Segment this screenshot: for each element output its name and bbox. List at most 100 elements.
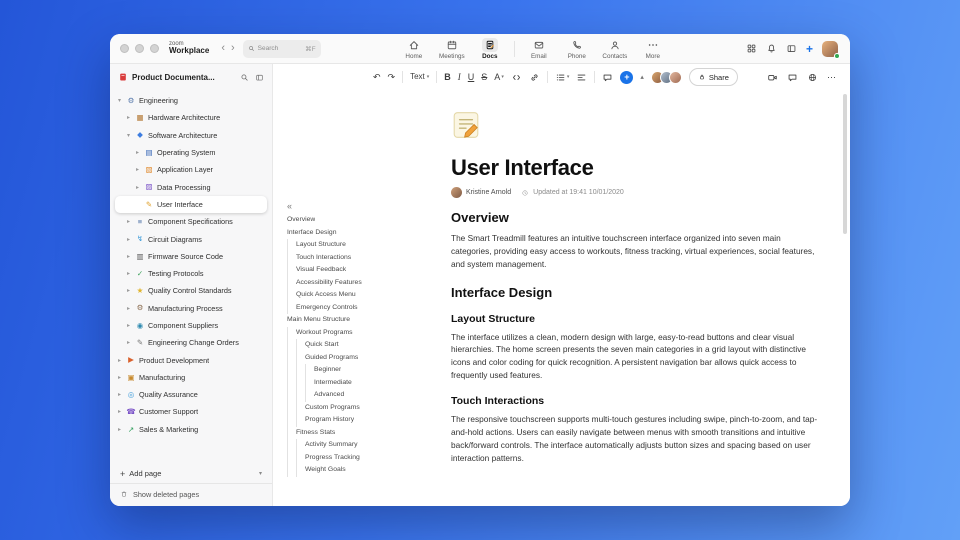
chevron-right-icon[interactable]: ▸ bbox=[125, 322, 132, 329]
sidebar-item-firmware-source-code[interactable]: ▸ ▥ Firmware Source Code bbox=[110, 248, 272, 265]
minimize-window-button[interactable] bbox=[135, 44, 144, 53]
chevron-right-icon[interactable]: ▸ bbox=[116, 426, 123, 433]
sidebar-item-engineering-change-orders[interactable]: ▸ ✎ Engineering Change Orders bbox=[110, 334, 272, 351]
show-deleted-pages-button[interactable]: Show deleted pages bbox=[110, 483, 272, 504]
sidebar-item-manufacturing-process[interactable]: ▸ ⚙ Manufacturing Process bbox=[110, 300, 272, 317]
chevron-right-icon[interactable]: ▸ bbox=[125, 218, 132, 225]
global-search-input[interactable]: Search ⌘F bbox=[242, 39, 321, 58]
chevron-down-icon[interactable]: ▾ bbox=[116, 97, 123, 104]
globe-icon[interactable] bbox=[807, 72, 818, 83]
align-button[interactable] bbox=[576, 72, 587, 83]
chevron-right-icon[interactable]: ▸ bbox=[125, 287, 132, 294]
insert-block-button[interactable]: + bbox=[620, 70, 634, 84]
outline-item[interactable]: Weight Goals bbox=[287, 464, 445, 477]
outline-item[interactable]: Visual Feedback bbox=[287, 264, 445, 277]
outline-item[interactable]: Layout Structure bbox=[287, 239, 445, 252]
new-item-button[interactable]: + bbox=[806, 43, 813, 55]
outline-item[interactable]: Main Menu Structure bbox=[287, 314, 445, 327]
nav-forward-button[interactable]: › bbox=[231, 43, 235, 54]
sidebar-item-engineering[interactable]: ▾ ⚙ Engineering bbox=[110, 92, 272, 109]
outline-item[interactable]: Activity Summary bbox=[287, 439, 445, 452]
sidebar-item-data-processing[interactable]: ▸ ▨ Data Processing bbox=[110, 178, 272, 195]
redo-button[interactable]: ↷ bbox=[388, 72, 396, 82]
sidebar-item-hardware-architecture[interactable]: ▸ ▦ Hardware Architecture bbox=[110, 109, 272, 126]
chevron-right-icon[interactable]: ▸ bbox=[125, 339, 132, 346]
share-button[interactable]: Share bbox=[688, 68, 738, 86]
tab-contacts[interactable]: Contacts bbox=[596, 38, 634, 60]
chevron-right-icon[interactable]: ▸ bbox=[134, 166, 141, 173]
outline-item[interactable]: Progress Tracking bbox=[287, 451, 445, 464]
close-window-button[interactable] bbox=[120, 44, 129, 53]
sidebar-item-application-layer[interactable]: ▸ ▧ Application Layer bbox=[110, 161, 272, 178]
add-page-button[interactable]: + Add page ▾ bbox=[110, 464, 272, 483]
bold-button[interactable]: B bbox=[444, 72, 451, 82]
chevron-right-icon[interactable]: ▸ bbox=[125, 236, 132, 243]
sidebar-item-product-development[interactable]: ▸ ▶ Product Development bbox=[110, 351, 272, 368]
outline-item[interactable]: Touch Interactions bbox=[287, 251, 445, 264]
comment-button[interactable] bbox=[602, 72, 613, 83]
underline-button[interactable]: U bbox=[468, 72, 475, 82]
sidebar-item-sales-marketing[interactable]: ▸ ↗ Sales & Marketing bbox=[110, 421, 272, 438]
sidebar-item-customer-support[interactable]: ▸ ☎ Customer Support bbox=[110, 403, 272, 420]
outline-item[interactable]: Custom Programs bbox=[287, 401, 445, 414]
sidebar-item-manufacturing[interactable]: ▸ ▣ Manufacturing bbox=[110, 369, 272, 386]
sidebar-search-icon[interactable] bbox=[240, 73, 249, 82]
outline-item[interactable]: Fitness Stats bbox=[287, 426, 445, 439]
comments-panel-icon[interactable] bbox=[787, 72, 798, 83]
link-button[interactable] bbox=[529, 72, 540, 83]
outline-item[interactable]: Guided Programs bbox=[287, 351, 445, 364]
vertical-scrollbar[interactable] bbox=[843, 94, 847, 234]
sidebar-item-operating-system[interactable]: ▸ ▤ Operating System bbox=[110, 144, 272, 161]
tab-home[interactable]: Home bbox=[395, 38, 433, 60]
chevron-down-icon[interactable]: ▾ bbox=[125, 132, 132, 139]
chevron-right-icon[interactable]: ▸ bbox=[116, 357, 123, 364]
chevron-right-icon[interactable]: ▸ bbox=[125, 253, 132, 260]
sidebar-item-quality-assurance[interactable]: ▸ ◎ Quality Assurance bbox=[110, 386, 272, 403]
outline-item[interactable]: Intermediate bbox=[287, 376, 445, 389]
tab-phone[interactable]: Phone bbox=[558, 38, 596, 60]
bullet-list-button[interactable]: ▾ bbox=[555, 72, 569, 83]
outline-item[interactable]: Overview bbox=[287, 214, 445, 227]
chevron-right-icon[interactable]: ▸ bbox=[134, 184, 141, 191]
sidebar-item-testing-protocols[interactable]: ▸ ✓ Testing Protocols bbox=[110, 265, 272, 282]
tab-more[interactable]: More bbox=[634, 38, 672, 60]
chevron-right-icon[interactable]: ▸ bbox=[116, 391, 123, 398]
sidebar-item-quality-control-standards[interactable]: ▸ ★ Quality Control Standards bbox=[110, 282, 272, 299]
chevron-down-icon[interactable]: ▾ bbox=[259, 470, 262, 477]
collapse-outline-icon[interactable]: « bbox=[287, 202, 445, 211]
outline-item[interactable]: Workout Programs bbox=[287, 326, 445, 339]
user-avatar[interactable] bbox=[822, 40, 841, 59]
outline-item[interactable]: Beginner bbox=[287, 364, 445, 377]
sidebar-item-component-suppliers[interactable]: ▸ ◉ Component Suppliers bbox=[110, 317, 272, 334]
outline-item[interactable]: Interface Design bbox=[287, 227, 445, 240]
outline-item[interactable]: Quick Access Menu bbox=[287, 289, 445, 302]
sidebar-item-circuit-diagrams[interactable]: ▸ ↯ Circuit Diagrams bbox=[110, 230, 272, 247]
tab-meetings[interactable]: Meetings bbox=[433, 38, 471, 60]
chevron-right-icon[interactable]: ▸ bbox=[125, 114, 132, 121]
outline-item[interactable]: Advanced bbox=[287, 389, 445, 402]
tab-docs[interactable]: Docs bbox=[471, 37, 509, 60]
text-style-dropdown[interactable]: Text ▾ bbox=[410, 73, 429, 81]
italic-button[interactable]: I bbox=[458, 72, 461, 82]
collaborator-avatar[interactable] bbox=[668, 70, 682, 84]
code-button[interactable] bbox=[511, 72, 522, 83]
chevron-right-icon[interactable]: ▸ bbox=[116, 374, 123, 381]
outline-item[interactable]: Accessibility Features bbox=[287, 276, 445, 289]
more-options-button[interactable]: ⋯ bbox=[827, 72, 836, 83]
outline-item[interactable]: Emergency Controls bbox=[287, 301, 445, 314]
sidebar-item-component-specifications[interactable]: ▸ ≡ Component Specifications bbox=[110, 213, 272, 230]
outline-item[interactable]: Program History bbox=[287, 414, 445, 427]
chevron-right-icon[interactable]: ▸ bbox=[125, 270, 132, 277]
sidebar-item-software-architecture[interactable]: ▾ ◆ Software Architecture bbox=[110, 127, 272, 144]
chevron-right-icon[interactable]: ▸ bbox=[134, 149, 141, 156]
strikethrough-button[interactable]: S bbox=[481, 72, 487, 82]
sidebar-item-user-interface[interactable]: ✎ User Interface bbox=[115, 195, 267, 214]
panel-toggle-icon[interactable] bbox=[786, 43, 797, 54]
undo-button[interactable]: ↶ bbox=[373, 72, 381, 82]
apps-grid-icon[interactable] bbox=[746, 43, 757, 54]
collapse-sidebar-icon[interactable] bbox=[255, 73, 264, 82]
tab-email[interactable]: Email bbox=[520, 38, 558, 60]
memo-page-icon[interactable] bbox=[451, 110, 481, 140]
video-camera-icon[interactable] bbox=[767, 72, 778, 83]
nav-back-button[interactable]: ‹ bbox=[221, 43, 225, 54]
